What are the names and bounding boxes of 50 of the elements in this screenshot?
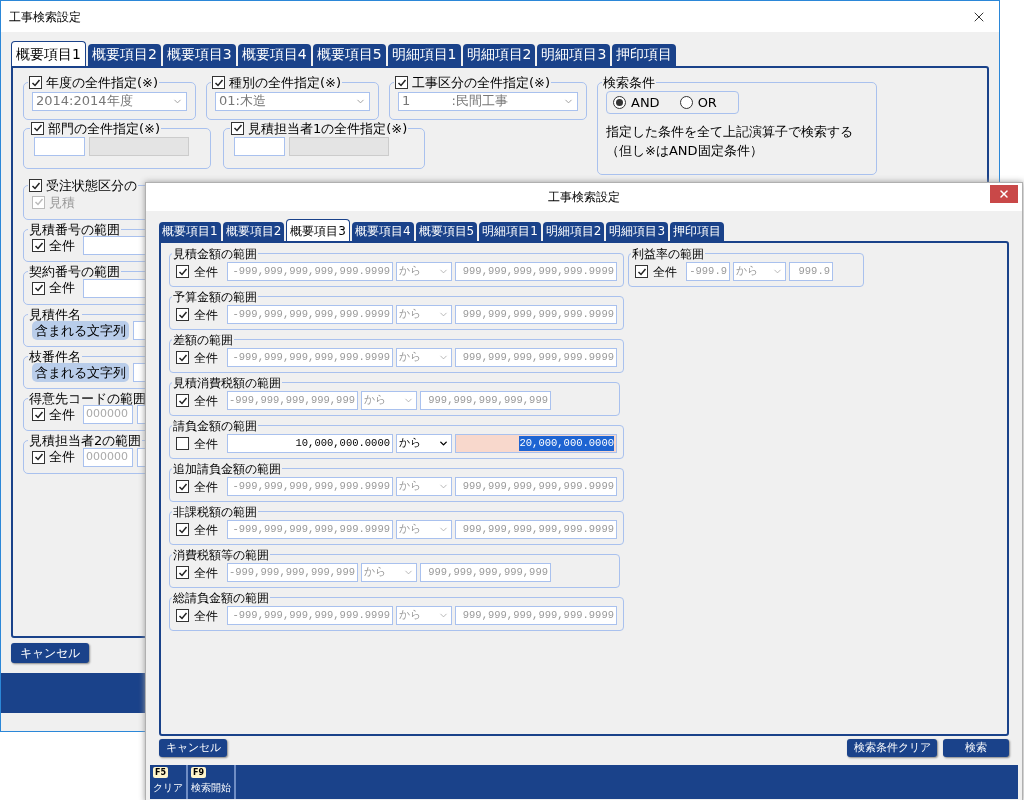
- key-badge: F9: [191, 767, 207, 778]
- checkbox-label: 種別の全件指定(※): [229, 76, 342, 89]
- group-label: 見積金額の範囲: [173, 247, 257, 261]
- checkbox-label: 全件: [194, 521, 218, 539]
- checkbox-label: 全件: [653, 263, 677, 281]
- checkbox-label: 全件: [49, 279, 75, 298]
- note-text: 指定した条件を全て上記演算子で検索する: [606, 123, 854, 141]
- group-label: 見積番号の範囲: [29, 221, 120, 237]
- group-label: 契約番号の範囲: [29, 264, 120, 280]
- window-title: 工事検索設定: [9, 8, 81, 26]
- checkbox-label: 全件: [194, 564, 218, 582]
- checkbox-label: 全件: [194, 607, 218, 625]
- key-badge: F5: [153, 767, 169, 778]
- group-label: 請負金額の範囲: [173, 419, 257, 433]
- checkbox-label: 全件: [194, 478, 218, 496]
- group-label: 差額の範囲: [173, 333, 233, 347]
- group-label: 見積件名: [29, 306, 81, 322]
- checkbox-label: 部門の全件指定(※): [48, 121, 161, 135]
- checkbox-label: 全件: [194, 306, 218, 324]
- group-label: 見積担当者2の範囲: [29, 433, 142, 449]
- radio-label: OR: [697, 93, 717, 112]
- checkbox-label: 工事区分の全件指定(※): [412, 76, 551, 89]
- group-label: 追加請負金額の範囲: [173, 462, 281, 476]
- key-label: クリア: [153, 781, 183, 795]
- group-label: 利益率の範囲: [632, 247, 704, 261]
- window-title: 工事検索設定: [548, 189, 620, 206]
- match-badge: 含まれる文字列: [32, 320, 129, 340]
- group-label: 消費税額等の範囲: [173, 548, 269, 562]
- match-badge: 含まれる文字列: [32, 362, 129, 382]
- group-label: 得意先コードの範囲: [29, 390, 146, 406]
- checkbox-label: 全件: [194, 435, 218, 453]
- group-label: 検索条件: [603, 75, 655, 90]
- checkbox-label: 全件: [49, 236, 75, 255]
- checkbox-label: 全件: [194, 349, 218, 367]
- checkbox-label: 見積: [49, 193, 75, 212]
- checkbox-label: 全件: [194, 263, 218, 281]
- key-label: 検索開始: [191, 781, 231, 795]
- checkbox-label: 受注状態区分の: [46, 179, 137, 192]
- group-label: 総請負金額の範囲: [173, 591, 269, 605]
- checkbox-label: 全件: [49, 448, 75, 467]
- group-label: 非課税額の範囲: [173, 505, 257, 519]
- checkbox-label: 年度の全件指定(※): [46, 76, 159, 89]
- checkbox-label: 全件: [194, 392, 218, 410]
- group-label: 枝番件名: [29, 348, 81, 364]
- note-text: （但し※はAND固定条件）: [606, 142, 764, 160]
- checkbox-label: 見積担当者1の全件指定(※): [248, 121, 408, 135]
- checkbox-label: 全件: [49, 405, 75, 424]
- group-label: 見積消費税額の範囲: [173, 376, 281, 390]
- radio-label: AND: [631, 93, 660, 112]
- group-label: 予算金額の範囲: [173, 290, 257, 304]
